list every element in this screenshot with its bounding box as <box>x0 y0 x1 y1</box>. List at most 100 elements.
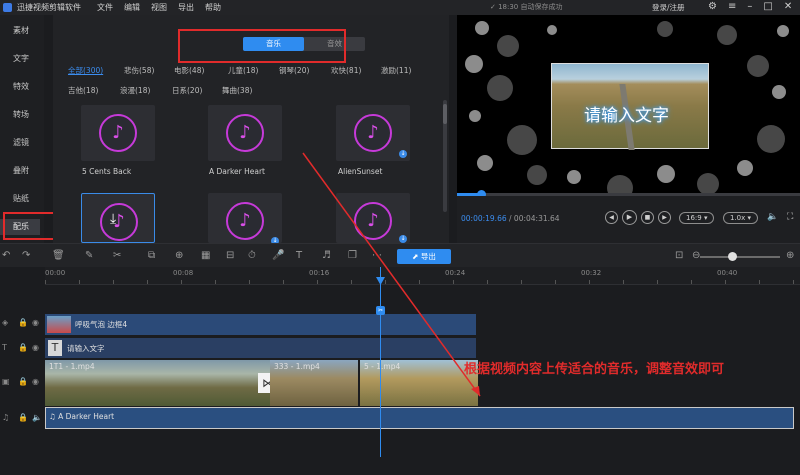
menu-file[interactable]: 文件 <box>97 2 113 13</box>
download-badge-icon[interactable]: ↓ <box>399 235 407 243</box>
zoom-slider-knob[interactable] <box>728 252 737 261</box>
download-badge-icon[interactable]: ↓ <box>399 150 407 158</box>
nav-item-transitions[interactable]: 转场 <box>0 107 44 123</box>
zoom-region-icon[interactable]: ⊕ <box>175 250 183 262</box>
ruler-tick-label: 00:40 <box>717 269 738 277</box>
fit-timeline-icon[interactable]: ⊡ <box>675 250 683 262</box>
segment-music[interactable]: 音乐 <box>243 37 304 51</box>
play-icon[interactable]: ▶ <box>622 210 637 225</box>
lock-icon[interactable]: 🔒 <box>18 318 28 327</box>
playhead[interactable] <box>380 267 381 457</box>
nav-item-effects[interactable]: 特效 <box>0 79 44 95</box>
speed-select[interactable]: 1.0x ▾ <box>723 212 759 224</box>
segment-sound-effects[interactable]: 音效 <box>304 37 365 51</box>
category-movie[interactable]: 电影(48) <box>174 65 204 76</box>
text-to-speech-icon[interactable]: T <box>296 250 302 262</box>
nav-item-text[interactable]: 文字 <box>0 51 44 67</box>
menu-export[interactable]: 导出 <box>178 2 194 13</box>
timecode: 00:00:19.66 / 00:04:31.64 <box>461 214 560 223</box>
category-piano[interactable]: 钢琴(20) <box>279 65 309 76</box>
lock-icon[interactable]: 🔒 <box>18 343 28 352</box>
fullscreen-icon[interactable]: ⛶ <box>787 212 793 222</box>
split-icon[interactable]: ✂ <box>113 250 121 262</box>
text-clip[interactable]: T 请输入文字 <box>45 338 476 358</box>
category-inspiring[interactable]: 激励(11) <box>381 65 411 76</box>
previous-frame-icon[interactable]: ◀ <box>605 211 618 224</box>
timeline-ruler[interactable]: 00:00 00:08 00:16 00:24 00:32 00:40 <box>45 267 800 285</box>
music-note-icon: ♪ <box>100 203 138 241</box>
video-clip[interactable]: 1T1 - 1.mp4 <box>45 360 270 406</box>
maximize-icon[interactable]: □ <box>763 1 772 13</box>
music-card[interactable]: ♪ <box>81 105 155 161</box>
nav-item-media[interactable]: 素材 <box>0 23 44 39</box>
zoom-slider[interactable] <box>700 256 780 258</box>
audio-detach-icon[interactable]: ♬ <box>322 250 331 262</box>
menu-help[interactable]: 帮助 <box>205 2 221 13</box>
category-happy[interactable]: 欢快(81) <box>331 65 361 76</box>
undo-icon[interactable]: ↶ <box>2 250 10 262</box>
eye-icon[interactable]: ◉ <box>32 377 39 386</box>
stop-icon[interactable]: ■ <box>641 211 654 224</box>
settings-icon[interactable]: ⚙ <box>708 1 717 13</box>
music-card[interactable]: ♪ ↓ <box>336 193 410 243</box>
menu-icon[interactable]: ≡ <box>728 1 736 13</box>
export-button[interactable]: ⬈ 导出 <box>397 249 451 264</box>
login-link[interactable]: 登录/注册 <box>652 2 685 13</box>
zoom-in-icon[interactable]: ⊕ <box>786 250 794 262</box>
edit-icon[interactable]: ✎ <box>85 250 93 262</box>
category-guitar[interactable]: 吉他(18) <box>68 85 98 96</box>
category-sad[interactable]: 悲伤(58) <box>124 65 154 76</box>
lock-icon[interactable]: 🔒 <box>18 413 28 422</box>
nav-item-music[interactable]: 配乐 <box>0 219 40 235</box>
menu-view[interactable]: 视图 <box>151 2 167 13</box>
music-card[interactable]: ♪ ↓ <box>336 105 410 161</box>
music-note-icon: ♪ <box>226 114 264 152</box>
library-scrollbar-thumb[interactable] <box>443 104 447 124</box>
audio-clip[interactable]: ♫ A Darker Heart <box>45 407 794 429</box>
video-clip[interactable]: 333 - 1.mp4 <box>270 360 358 406</box>
preview-overlay-text[interactable]: 请输入文字 <box>584 101 669 126</box>
category-japanese[interactable]: 日系(20) <box>172 85 202 96</box>
volume-icon[interactable]: 🔈 <box>767 212 778 222</box>
nav-item-overlays[interactable]: 叠附 <box>0 163 44 179</box>
text-clip-label: 请输入文字 <box>67 344 105 353</box>
music-card-selected[interactable]: ♪ ⤓ <box>81 193 155 243</box>
duration-icon[interactable]: ⏱ <box>248 250 256 262</box>
ruler-tick-label: 00:16 <box>309 269 330 277</box>
category-all[interactable]: 全部(300) <box>68 65 103 76</box>
nav-item-filters[interactable]: 滤镜 <box>0 135 44 151</box>
minimize-icon[interactable]: – <box>747 1 752 13</box>
audio-clip-icon: ♫ <box>49 412 59 421</box>
category-romantic[interactable]: 浪漫(18) <box>120 85 150 96</box>
playhead-split-icon[interactable]: ✂ <box>376 306 385 315</box>
video-clip[interactable]: 5 - 1.mp4 <box>360 360 478 406</box>
app-logo-icon <box>3 3 12 12</box>
voice-icon[interactable]: 🎤 <box>272 250 284 262</box>
crop-icon[interactable]: ⧉ <box>148 250 155 262</box>
layer-icon[interactable]: ❐ <box>348 250 357 262</box>
menu-edit[interactable]: 编辑 <box>124 2 140 13</box>
close-icon[interactable]: ✕ <box>784 1 792 13</box>
eye-icon[interactable]: ◉ <box>32 318 39 327</box>
download-icon[interactable]: ⤓ <box>110 211 116 227</box>
music-card[interactable]: ♪ ↓ <box>208 193 282 245</box>
eye-icon[interactable]: ◉ <box>32 343 39 352</box>
sticker-clip-label: 呼吸气泡 边框4 <box>75 320 128 329</box>
next-frame-icon[interactable]: ▶ <box>658 211 671 224</box>
category-kids[interactable]: 儿童(18) <box>228 65 258 76</box>
ruler-tick-label: 00:00 <box>45 269 66 277</box>
audio-clip-title: A Darker Heart <box>58 412 115 421</box>
category-dance[interactable]: 舞曲(38) <box>222 85 252 96</box>
settings-dots-icon[interactable]: ⋯ <box>372 250 382 262</box>
aspect-ratio-select[interactable]: 16:9 ▾ <box>679 212 715 224</box>
freeze-icon[interactable]: ⊟ <box>226 250 234 262</box>
redo-icon[interactable]: ↷ <box>22 250 30 262</box>
music-card[interactable]: ♪ <box>208 105 282 161</box>
lock-icon[interactable]: 🔒 <box>18 377 28 386</box>
sticker-clip[interactable]: 呼吸气泡 边框4 <box>45 314 476 335</box>
text-clip-icon: T <box>48 340 62 356</box>
mosaic-icon[interactable]: ▦ <box>201 250 210 262</box>
nav-item-stickers[interactable]: 贴纸 <box>0 191 44 207</box>
volume-icon[interactable]: 🔈 <box>32 413 42 422</box>
delete-icon[interactable]: 🗑 <box>52 250 65 262</box>
